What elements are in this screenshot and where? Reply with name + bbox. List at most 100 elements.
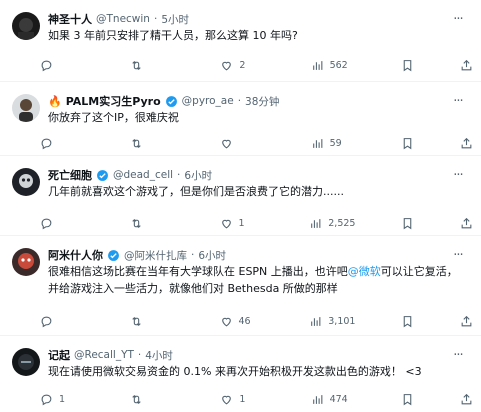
tweet-actions: 1 1 474 <box>40 390 473 408</box>
reply-count: 1 <box>59 393 66 405</box>
reply-button[interactable] <box>40 315 84 328</box>
timestamp[interactable]: 4小时 <box>145 348 173 363</box>
share-button[interactable] <box>460 59 473 72</box>
retweet-button[interactable] <box>130 315 174 328</box>
view-count: 3,101 <box>328 315 356 327</box>
reply-feed: 神圣十人 @Tnecwin · 5小时 ··· 如果 3 年前只安排了精干人员，… <box>0 0 481 412</box>
mention-link[interactable]: @微软 <box>348 265 381 278</box>
share-icon <box>460 217 473 230</box>
like-button[interactable]: 1 <box>220 217 264 230</box>
reply-button[interactable] <box>40 59 84 72</box>
display-name[interactable]: 记起 <box>48 347 70 363</box>
avatar[interactable] <box>12 248 40 276</box>
more-options-button[interactable]: ··· <box>449 346 467 364</box>
verified-badge-icon <box>107 249 120 262</box>
display-name[interactable]: 死亡细胞 <box>48 167 92 183</box>
share-button[interactable] <box>460 217 473 230</box>
display-name[interactable]: 阿米什人你 <box>48 247 103 263</box>
share-icon <box>460 59 473 72</box>
views-button[interactable]: 2,525 <box>309 217 355 230</box>
avatar[interactable] <box>12 348 40 376</box>
view-count: 2,525 <box>328 217 356 229</box>
like-count: 46 <box>238 315 251 327</box>
tweet-text: 现在请使用微软交易资金的 0.1% 来再次开始积极开发这款出色的游戏！ <3 <box>48 365 422 378</box>
separator-dot: · <box>177 169 181 181</box>
share-icon <box>460 137 473 150</box>
reply-button[interactable] <box>40 137 84 150</box>
timestamp[interactable]: 6小时 <box>184 168 212 183</box>
heart-icon <box>220 217 233 230</box>
heart-icon <box>220 59 233 72</box>
retweet-button[interactable] <box>130 59 174 72</box>
views-button[interactable]: 562 <box>311 59 355 72</box>
bookmark-icon <box>401 315 414 328</box>
reply-tweet[interactable]: 阿米什人你 @阿米什扎库 · 6小时 ··· 很难相信这场比赛在当年有大学球队在… <box>0 236 481 336</box>
views-button[interactable]: 59 <box>311 137 355 150</box>
retweet-icon <box>130 217 143 230</box>
timestamp[interactable]: 38分钟 <box>245 94 279 109</box>
retweet-icon <box>130 59 143 72</box>
user-handle[interactable]: @Tnecwin <box>96 13 150 25</box>
more-options-button[interactable]: ··· <box>449 246 467 264</box>
share-icon <box>460 315 473 328</box>
tweet-text: 如果 3 年前只安排了精干人员，那么这算 10 年吗? <box>48 29 298 42</box>
views-button[interactable]: 3,101 <box>309 315 355 328</box>
views-icon <box>309 315 322 328</box>
retweet-icon <box>130 393 143 406</box>
tweet-header: 死亡细胞 @dead_cell · 6小时 <box>48 166 441 184</box>
user-handle[interactable]: @pyro_ae <box>182 95 234 107</box>
display-name[interactable]: 神圣十人 <box>48 11 92 27</box>
reply-icon <box>40 393 53 406</box>
like-count: 1 <box>238 217 245 229</box>
retweet-icon <box>130 315 143 328</box>
like-button[interactable]: 46 <box>220 315 264 328</box>
like-button[interactable] <box>220 137 264 150</box>
tweet-text: 几年前就喜欢这个游戏了，但是你们是否浪费了它的潜力...... <box>48 185 344 198</box>
tweet-header: 阿米什人你 @阿米什扎库 · 6小时 <box>48 246 441 264</box>
share-button[interactable] <box>460 315 473 328</box>
reply-tweet[interactable]: 神圣十人 @Tnecwin · 5小时 ··· 如果 3 年前只安排了精干人员，… <box>0 0 481 82</box>
timestamp[interactable]: 5小时 <box>161 12 189 27</box>
views-button[interactable]: 474 <box>311 393 355 406</box>
avatar[interactable] <box>12 168 40 196</box>
tweet-actions: 46 3,101 <box>40 312 473 330</box>
reply-icon <box>40 315 53 328</box>
display-name[interactable]: PALM实习生Pyro <box>66 93 161 109</box>
share-button[interactable] <box>460 137 473 150</box>
bookmark-button[interactable] <box>401 315 414 328</box>
tweet-text: 你放弃了这个IP，很难庆祝 <box>48 111 179 124</box>
share-button[interactable] <box>460 393 473 406</box>
verified-badge-icon <box>165 95 178 108</box>
reply-button[interactable]: 1 <box>40 393 84 406</box>
separator-dot: · <box>137 349 142 361</box>
bookmark-icon <box>401 137 414 150</box>
bookmark-icon <box>401 393 414 406</box>
retweet-button[interactable] <box>130 137 174 150</box>
like-count: 2 <box>239 59 246 71</box>
bookmark-button[interactable] <box>401 393 414 406</box>
reply-button[interactable] <box>40 217 84 230</box>
reply-tweet[interactable]: 🔥 PALM实习生Pyro @pyro_ae · 38分钟 ··· 你放弃了这个… <box>0 82 481 156</box>
like-button[interactable]: 2 <box>220 59 264 72</box>
view-count: 59 <box>329 137 342 149</box>
retweet-button[interactable] <box>130 393 174 406</box>
bookmark-button[interactable] <box>401 59 414 72</box>
tweet-actions: 1 2,525 <box>40 214 473 232</box>
reply-tweet[interactable]: 死亡细胞 @dead_cell · 6小时 ··· 几年前就喜欢这个游戏了，但是… <box>0 156 481 236</box>
bookmark-button[interactable] <box>401 137 414 150</box>
more-options-button[interactable]: ··· <box>449 166 467 184</box>
like-button[interactable]: 1 <box>220 393 264 406</box>
user-handle[interactable]: @Recall_YT <box>74 349 134 361</box>
more-options-button[interactable]: ··· <box>449 10 467 28</box>
timestamp[interactable]: 6小时 <box>198 248 226 263</box>
more-options-button[interactable]: ··· <box>449 92 467 110</box>
user-handle[interactable]: @阿米什扎库 <box>124 248 187 263</box>
tweet-actions: 2 562 <box>40 56 473 74</box>
avatar[interactable] <box>12 94 40 122</box>
reply-tweet[interactable]: 记起 @Recall_YT · 4小时 ··· 现在请使用微软交易资金的 0.1… <box>0 336 481 412</box>
tweet-text-part: 很难相信这场比赛在当年有大学球队在 ESPN 上播出，也许吧 <box>48 265 348 278</box>
retweet-button[interactable] <box>130 217 174 230</box>
user-handle[interactable]: @dead_cell <box>113 169 173 181</box>
avatar[interactable] <box>12 12 40 40</box>
bookmark-button[interactable] <box>401 217 414 230</box>
